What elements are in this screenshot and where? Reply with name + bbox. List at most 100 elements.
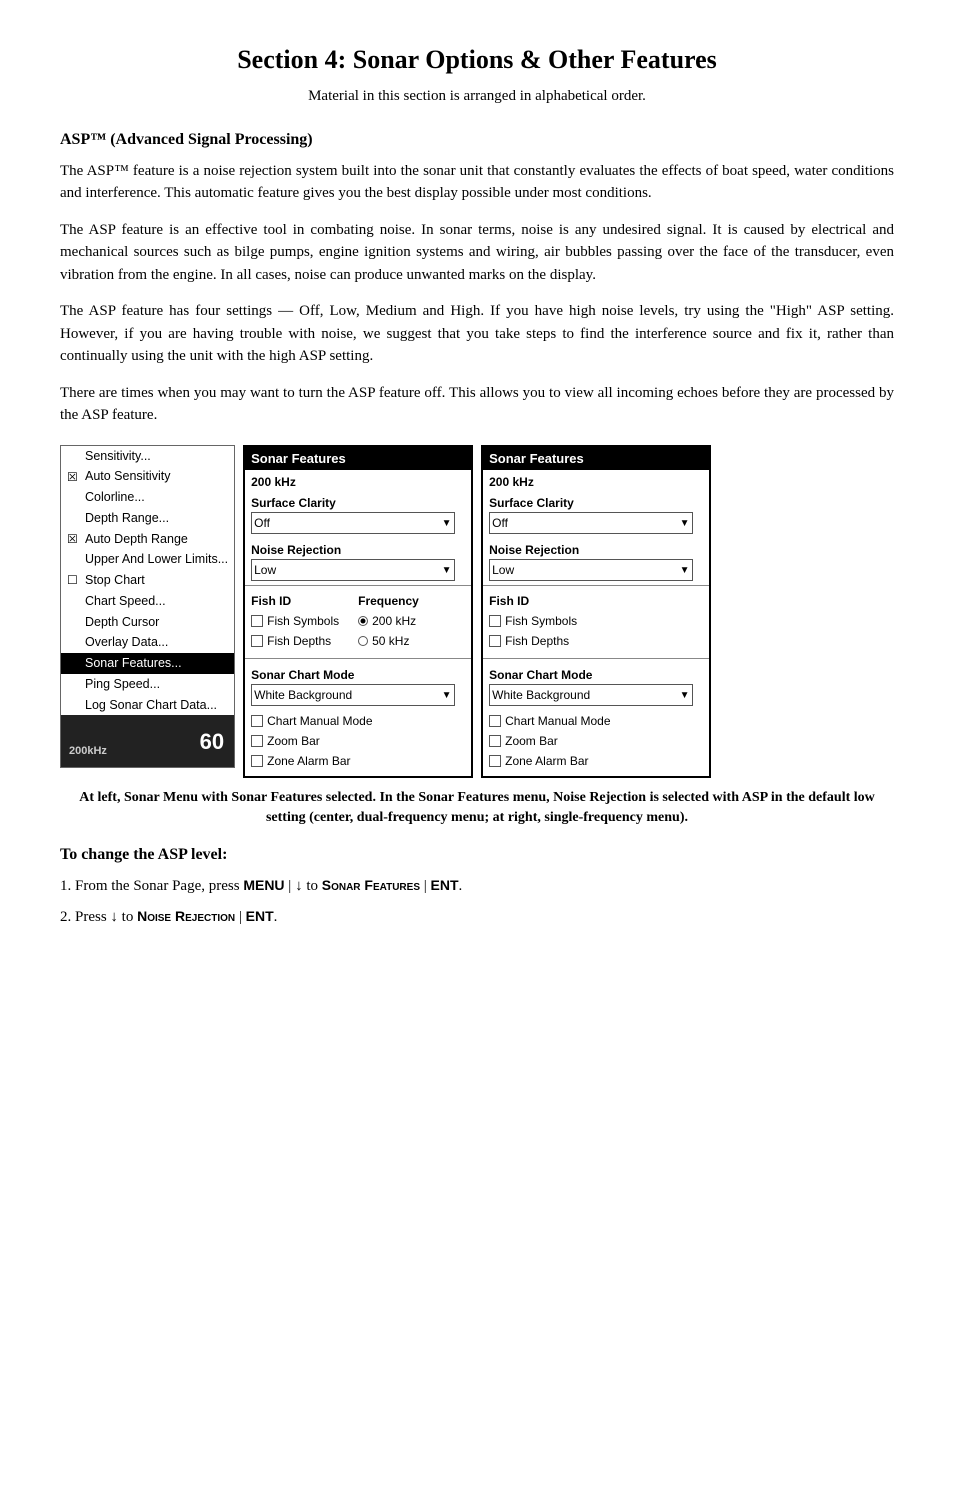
menu-item-log-sonar[interactable]: Log Sonar Chart Data... [61, 695, 234, 716]
right-fish-symbols-checkbox[interactable] [489, 615, 501, 627]
menu-bottom-display: 200kHz 60 [61, 715, 234, 767]
instruction-step-1: 1. From the Sonar Page, press MENU | ↓ t… [60, 875, 894, 898]
menu-item-depth-cursor[interactable]: Depth Cursor [61, 612, 234, 633]
page-title: Section 4: Sonar Options & Other Feature… [60, 40, 894, 79]
center-chart-mode-arrow: ▼ [442, 688, 452, 703]
right-zone-alarm-checkbox[interactable] [489, 755, 501, 767]
center-noise-rejection-dropdown[interactable]: Low ▼ [251, 559, 454, 581]
menu-item-sonar-features[interactable]: Sonar Features... [61, 653, 234, 674]
overlay-data-spacer [67, 634, 81, 652]
right-surface-clarity-label: Surface Clarity [483, 491, 709, 512]
menu-item-upper-lower[interactable]: Upper And Lower Limits... [61, 549, 234, 570]
log-sonar-label: Log Sonar Chart Data... [85, 696, 217, 715]
step1-ent-key: ENT [431, 877, 459, 893]
right-zoom-bar-checkbox[interactable] [489, 735, 501, 747]
center-freq-label: 200 kHz [245, 470, 471, 491]
right-fish-depths-checkbox[interactable] [489, 635, 501, 647]
sonar-features-spacer [67, 654, 81, 672]
center-zone-alarm-row[interactable]: Zone Alarm Bar [251, 752, 465, 770]
depth-range-spacer [67, 509, 81, 527]
center-chart-manual-mode-row[interactable]: Chart Manual Mode [251, 712, 465, 730]
center-chart-mode-value: White Background [254, 686, 352, 704]
right-zone-alarm-row[interactable]: Zone Alarm Bar [489, 752, 703, 770]
menu-item-chart-speed[interactable]: Chart Speed... [61, 591, 234, 612]
menu-item-colorline[interactable]: Colorline... [61, 487, 234, 508]
stop-chart-check: ☐ [67, 571, 81, 589]
right-zoom-bar-row[interactable]: Zoom Bar [489, 732, 703, 750]
right-chart-manual-checkbox[interactable] [489, 715, 501, 727]
right-zoom-bar-label: Zoom Bar [505, 732, 558, 750]
depth-cursor-label: Depth Cursor [85, 613, 159, 632]
sensitivity-spacer [67, 447, 81, 465]
center-fish-symbols-label: Fish Symbols [267, 612, 339, 630]
menu-item-overlay-data[interactable]: Overlay Data... [61, 632, 234, 653]
center-fish-col: Fish ID Fish Symbols Fish Depths [251, 592, 358, 652]
center-zone-alarm-checkbox[interactable] [251, 755, 263, 767]
right-fish-depths-row[interactable]: Fish Depths [489, 632, 703, 650]
right-fish-symbols-row[interactable]: Fish Symbols [489, 612, 703, 630]
step1-sonar-features: Sonar Features [322, 877, 420, 893]
depth-range-label: Depth Range... [85, 509, 169, 528]
menu-item-sensitivity[interactable]: Sensitivity... [61, 446, 234, 467]
right-surface-clarity-dropdown[interactable]: Off ▼ [489, 512, 692, 534]
right-fish-row: Fish ID Fish Symbols Fish Depths [483, 590, 709, 654]
center-zone-alarm-label: Zone Alarm Bar [267, 752, 350, 770]
menu-item-auto-sensitivity[interactable]: ☒ Auto Sensitivity [61, 466, 234, 487]
right-surface-clarity-value: Off [492, 514, 508, 532]
step1-arrow-down: ↓ [295, 878, 303, 894]
center-fish-symbols-checkbox[interactable] [251, 615, 263, 627]
center-fish-depths-row[interactable]: Fish Depths [251, 632, 358, 650]
right-freq-label: 200 kHz [483, 470, 709, 491]
right-fish-symbols-label: Fish Symbols [505, 612, 577, 630]
center-freq-200-radio[interactable] [358, 616, 368, 626]
figures-row: Sensitivity... ☒ Auto Sensitivity Colorl… [60, 445, 894, 779]
center-freq-50-radio[interactable] [358, 636, 368, 646]
asp-paragraph-4: There are times when you may want to tur… [60, 382, 894, 427]
center-freq-50-row[interactable]: 50 kHz [358, 632, 465, 650]
right-noise-rejection-arrow: ▼ [680, 563, 690, 578]
center-zoom-bar-label: Zoom Bar [267, 732, 320, 750]
step2-ent-key: ENT [246, 908, 274, 924]
right-chart-mode-dropdown[interactable]: White Background ▼ [489, 684, 692, 706]
center-sonar-panel: Sonar Features 200 kHz Surface Clarity O… [243, 445, 473, 779]
center-freq-200-row[interactable]: 200 kHz [358, 612, 465, 630]
center-noise-rejection-arrow: ▼ [442, 563, 452, 578]
auto-sensitivity-check: ☒ [67, 468, 81, 486]
overlay-data-label: Overlay Data... [85, 633, 168, 652]
center-fish-depths-checkbox[interactable] [251, 635, 263, 647]
center-zoom-bar-checkbox[interactable] [251, 735, 263, 747]
step2-arrow-down: ↓ [110, 909, 118, 925]
left-menu-panel: Sensitivity... ☒ Auto Sensitivity Colorl… [60, 445, 235, 769]
center-freq-200-label: 200 kHz [372, 612, 416, 630]
log-sonar-spacer [67, 696, 81, 714]
center-freq-50-label: 50 kHz [372, 632, 409, 650]
colorline-label: Colorline... [85, 488, 145, 507]
center-zoom-bar-row[interactable]: Zoom Bar [251, 732, 465, 750]
menu-item-auto-depth[interactable]: ☒ Auto Depth Range [61, 529, 234, 550]
center-freq-col: Frequency 200 kHz 50 kHz [358, 592, 465, 652]
center-surface-clarity-value: Off [254, 514, 270, 532]
right-chart-manual-mode-row[interactable]: Chart Manual Mode [489, 712, 703, 730]
center-noise-rejection-value: Low [254, 561, 276, 579]
menu-item-ping-speed[interactable]: Ping Speed... [61, 674, 234, 695]
ping-speed-label: Ping Speed... [85, 675, 160, 694]
menu-item-depth-range[interactable]: Depth Range... [61, 508, 234, 529]
freq-badge: 200kHz [69, 743, 107, 760]
auto-depth-label: Auto Depth Range [85, 530, 188, 549]
center-chart-manual-checkbox[interactable] [251, 715, 263, 727]
center-fish-depths-label: Fish Depths [267, 632, 331, 650]
right-chart-mode-value: White Background [492, 686, 590, 704]
asp-paragraph-2: The ASP feature is an effective tool in … [60, 219, 894, 287]
auto-depth-check: ☒ [67, 530, 81, 548]
step2-noise-rejection: Noise Rejection [137, 908, 235, 924]
center-noise-rejection-label: Noise Rejection [245, 538, 471, 559]
instruction-heading: To change the ASP level: [60, 843, 894, 867]
center-panel-title: Sonar Features [245, 447, 471, 471]
center-surface-clarity-dropdown[interactable]: Off ▼ [251, 512, 454, 534]
menu-item-stop-chart[interactable]: ☐ Stop Chart [61, 570, 234, 591]
right-noise-rejection-label: Noise Rejection [483, 538, 709, 559]
center-chart-mode-dropdown[interactable]: White Background ▼ [251, 684, 454, 706]
right-noise-rejection-dropdown[interactable]: Low ▼ [489, 559, 692, 581]
center-fish-symbols-row[interactable]: Fish Symbols [251, 612, 358, 630]
right-sonar-panel: Sonar Features 200 kHz Surface Clarity O… [481, 445, 711, 779]
